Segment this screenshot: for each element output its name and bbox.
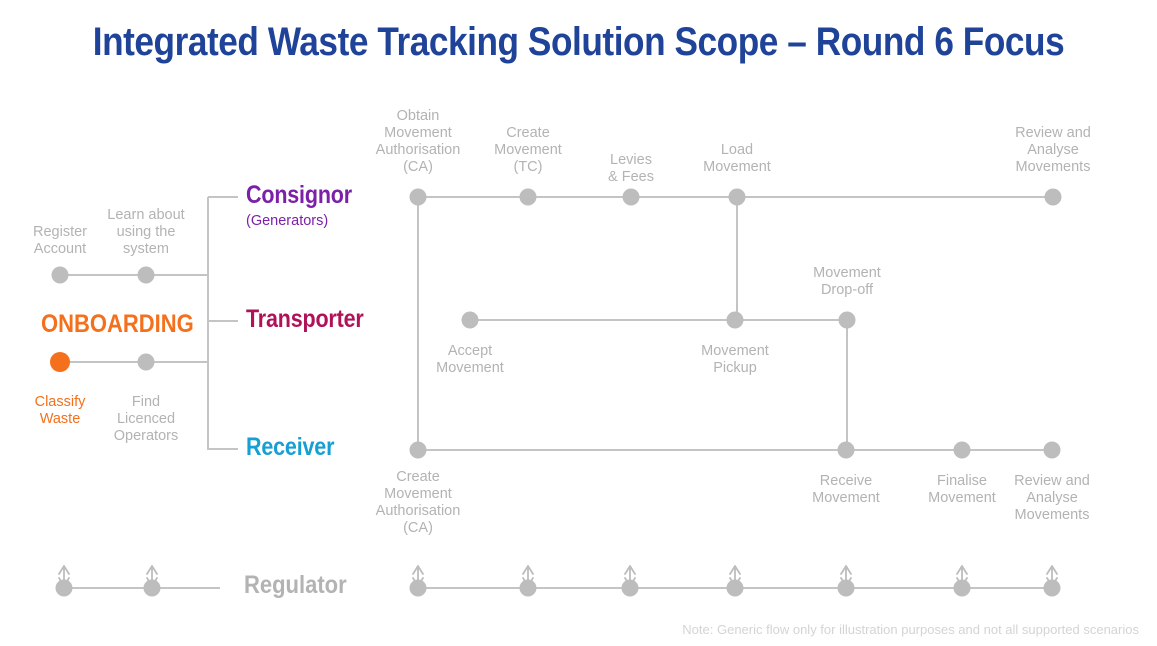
- regulator-heading: Regulator: [244, 571, 347, 599]
- consignor-step-dot-2[interactable]: [622, 188, 640, 206]
- receiver-step-dot-1[interactable]: [837, 441, 855, 459]
- consignor-step-dot-3[interactable]: [728, 188, 746, 206]
- role-label-receiver: Receiver: [246, 433, 335, 461]
- role-sublabel-consignor: (Generators): [246, 213, 329, 229]
- onboarding-step-dot-2[interactable]: [50, 352, 70, 372]
- receiver-step-dot-0[interactable]: [409, 441, 427, 459]
- onboarding-heading: ONBOARDING: [41, 310, 194, 338]
- consignor-step-dot-4[interactable]: [1044, 188, 1062, 206]
- diagram-canvas: Integrated Waste Tracking Solution Scope…: [0, 0, 1157, 646]
- role-label-consignor: Consignor: [246, 181, 352, 209]
- onboarding-step-dot-0[interactable]: [51, 266, 69, 284]
- transporter-step-dot-1[interactable]: [726, 311, 744, 329]
- onboarding-step-dot-1[interactable]: [137, 266, 155, 284]
- receiver-step-dot-3[interactable]: [1043, 441, 1061, 459]
- onboarding-step-dot-3[interactable]: [137, 353, 155, 371]
- role-label-transporter: Transporter: [246, 305, 364, 333]
- footnote: Note: Generic flow only for illustration…: [682, 622, 1139, 637]
- consignor-step-dot-0[interactable]: [409, 188, 427, 206]
- transporter-step-dot-0[interactable]: [461, 311, 479, 329]
- receiver-step-dot-2[interactable]: [953, 441, 971, 459]
- transporter-step-dot-2[interactable]: [838, 311, 856, 329]
- consignor-step-dot-1[interactable]: [519, 188, 537, 206]
